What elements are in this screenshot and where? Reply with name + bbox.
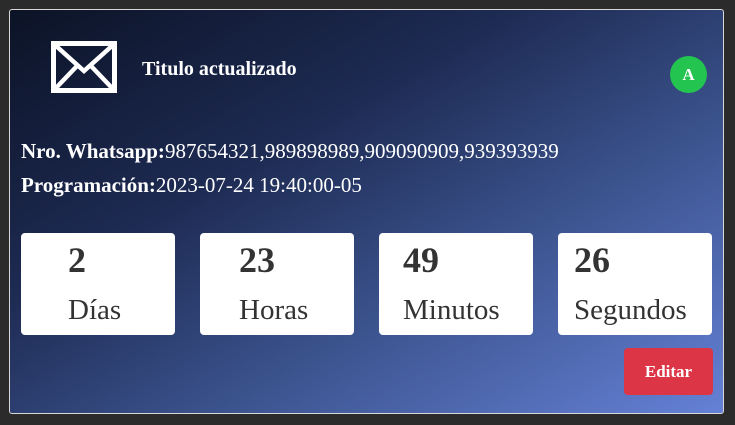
card-header: Titulo actualizado A: [10, 10, 723, 130]
schedule-value: 2023-07-24 19:40:00-05: [155, 173, 362, 197]
schedule-label: Programación:: [21, 173, 156, 197]
countdown-seconds-label: Segundos: [574, 294, 687, 326]
schedule-info: Programación:2023-07-24 19:40:00-05: [21, 173, 362, 198]
envelope-icon: [51, 41, 117, 93]
countdown-days: 2 Días: [21, 233, 175, 335]
whatsapp-label: Nro. Whatsapp:: [21, 139, 165, 163]
countdown-minutes-value: 49: [403, 240, 439, 280]
avatar[interactable]: A: [670, 56, 707, 93]
countdown-hours: 23 Horas: [200, 233, 354, 335]
card-title: Titulo actualizado: [142, 58, 297, 80]
edit-button[interactable]: Editar: [624, 348, 713, 395]
countdown-minutes-label: Minutos: [403, 294, 500, 326]
countdown-days-value: 2: [68, 240, 86, 280]
whatsapp-info: Nro. Whatsapp:987654321,989898989,909090…: [21, 139, 559, 164]
whatsapp-value: 987654321,989898989,909090909,939393939: [164, 139, 559, 163]
countdown-days-label: Días: [68, 294, 122, 326]
message-card: Titulo actualizado A Nro. Whatsapp:98765…: [9, 9, 724, 414]
countdown-seconds: 26 Segundos: [558, 233, 712, 335]
countdown-minutes: 49 Minutos: [379, 233, 533, 335]
countdown-hours-label: Horas: [239, 294, 309, 326]
countdown-hours-value: 23: [239, 240, 275, 280]
countdown-seconds-value: 26: [574, 240, 610, 280]
